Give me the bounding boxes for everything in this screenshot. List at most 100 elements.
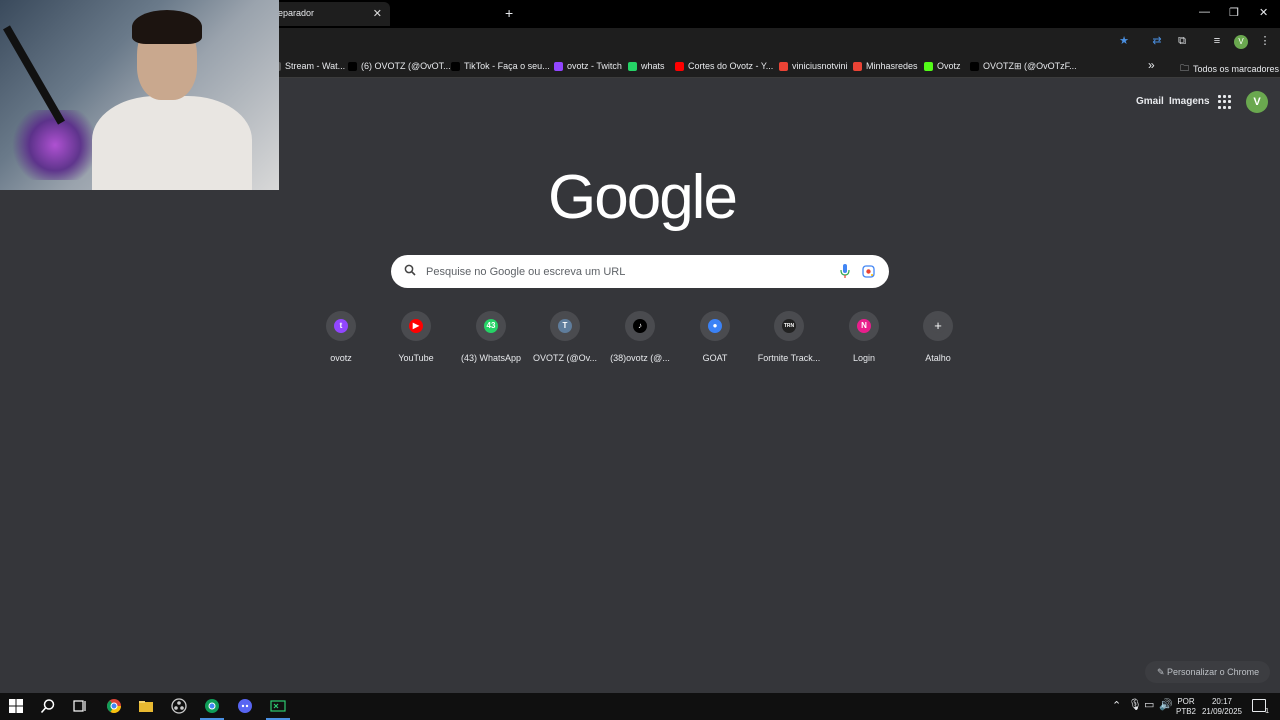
profile-icon[interactable]: V: [1234, 35, 1248, 49]
shortcut-tile[interactable]: N Login: [826, 311, 902, 371]
google-lens-icon[interactable]: [862, 265, 875, 278]
add-icon: +: [931, 319, 945, 333]
letter-t-icon: T: [558, 319, 572, 333]
volume-icon[interactable]: 🔊: [1159, 700, 1173, 711]
shortcut-tile[interactable]: ● GOAT: [677, 311, 753, 371]
shortcut-icon-circle: +: [923, 311, 953, 341]
language-label: POR: [1177, 697, 1195, 706]
shortcut-tile[interactable]: ▶ YouTube: [378, 311, 454, 371]
google-logo: Google: [548, 163, 738, 232]
bookmark-item[interactable]: Ovotz: [924, 61, 961, 71]
bookmark-label: TikTok - Faça o seu...: [464, 61, 550, 71]
customize-chrome-button[interactable]: ✎ Personalizar o Chrome: [1145, 661, 1270, 683]
notifications-icon[interactable]: 1: [1252, 699, 1269, 715]
shortcut-tile[interactable]: t ovotz: [303, 311, 379, 371]
windows-taskbar: ⌃ 🎙 ▭ 🔊 POR PTB2 20:17 21/09/2025 1: [0, 693, 1280, 720]
bookmark-label: Stream - Wat...: [285, 61, 346, 71]
tab-close-icon[interactable]: ✕: [373, 7, 382, 20]
chrome-active-taskbar-icon[interactable]: [204, 698, 220, 714]
bookmark-label: (6) OVOTZ (@OvOT...: [361, 61, 451, 71]
twitch-icon: [554, 61, 563, 71]
shortcut-icon-circle: N: [849, 311, 879, 341]
google-apps-icon[interactable]: [1218, 95, 1232, 109]
bookmark-label: Minhasredes: [866, 61, 918, 71]
new-tab-button[interactable]: +: [505, 5, 513, 21]
tracker-icon: TRN: [782, 319, 796, 333]
obs-taskbar-icon[interactable]: [171, 698, 187, 714]
bookmarks-overflow-icon[interactable]: »: [1148, 58, 1155, 72]
shortcut-tile[interactable]: ♪ (38)ovotz (@...: [602, 311, 678, 371]
account-avatar[interactable]: V: [1246, 91, 1268, 113]
language-indicator[interactable]: POR PTB2: [1174, 697, 1198, 717]
terminal-taskbar-icon[interactable]: [270, 698, 286, 714]
bookmark-label: whats: [641, 61, 665, 71]
images-link[interactable]: Imagens: [1169, 96, 1210, 107]
bookmark-item[interactable]: viniciusnotvini: [779, 61, 848, 71]
windows-start-icon[interactable]: [8, 698, 24, 714]
bookmark-item[interactable]: (6) OVOTZ (@OvOT...: [348, 61, 451, 71]
translate-icon[interactable]: ⇄: [1150, 34, 1164, 48]
task-view-icon[interactable]: [72, 698, 88, 714]
goat-icon: ●: [708, 319, 722, 333]
youtube-icon: [675, 61, 684, 71]
bookmark-item[interactable]: Stream - Wat...: [272, 61, 345, 71]
shortcut-tile[interactable]: TRN Fortnite Track...: [751, 311, 827, 371]
all-bookmarks-button[interactable]: 🗀 Todos os marcadores: [1180, 61, 1279, 77]
network-icon[interactable]: ▭: [1144, 700, 1154, 711]
shortcut-icon-circle: 43: [476, 311, 506, 341]
microphone-icon[interactable]: [840, 264, 850, 279]
bookmark-item[interactable]: TikTok - Faça o seu...: [451, 61, 550, 71]
letter-n-icon: N: [857, 319, 871, 333]
search-box[interactable]: [391, 255, 889, 288]
tray-microphone-icon[interactable]: 🎙: [1128, 700, 1142, 711]
shortcut-tile[interactable]: T OVOTZ (@Ov...: [527, 311, 603, 371]
active-tab[interactable]: eparador ✕: [272, 2, 390, 26]
notification-count: 1: [1265, 708, 1269, 715]
bookmark-star-icon[interactable]: ★: [1117, 34, 1131, 48]
gmail-icon: [779, 61, 788, 71]
clock[interactable]: 20:17 21/09/2025: [1200, 697, 1244, 717]
bookmark-label: Ovotz: [937, 61, 961, 71]
customize-label: Personalizar o Chrome: [1167, 667, 1260, 677]
clock-time: 20:17: [1211, 697, 1233, 706]
shortcut-label: OVOTZ (@Ov...: [533, 353, 597, 363]
tray-overflow-icon[interactable]: ⌃: [1112, 701, 1121, 712]
clock-date: 21/09/2025: [1201, 707, 1243, 716]
tiktok-icon: ♪: [633, 319, 647, 333]
shortcut-label: (43) WhatsApp: [460, 353, 522, 363]
minimize-button[interactable]: —: [1199, 6, 1210, 18]
shortcut-icon-circle: t: [326, 311, 356, 341]
shortcut-label: Login: [852, 353, 876, 363]
shortcut-tile[interactable]: + Atalho: [900, 311, 976, 371]
shortcut-icon-circle: ♪: [625, 311, 655, 341]
bookmark-label: viniciusnotvini: [792, 61, 848, 71]
extensions-icon[interactable]: ⧉: [1175, 34, 1189, 48]
all-bookmarks-label: Todos os marcadores: [1193, 64, 1280, 74]
bookmark-item[interactable]: whats: [628, 61, 665, 71]
search-taskbar-icon[interactable]: [40, 698, 56, 714]
close-window-button[interactable]: ✕: [1259, 6, 1268, 19]
bookmark-item[interactable]: Minhasredes: [853, 61, 918, 71]
shortcut-tile[interactable]: 43 (43) WhatsApp: [453, 311, 529, 371]
gmail-link[interactable]: Gmail: [1136, 96, 1164, 107]
restore-button[interactable]: ❐: [1229, 6, 1239, 19]
bookmark-item[interactable]: OVOTZ⊞ (@OvOTzF...: [970, 61, 1077, 72]
search-input[interactable]: [426, 255, 826, 288]
bookmark-item[interactable]: ovotz - Twitch: [554, 61, 622, 71]
chrome-taskbar-icon[interactable]: [106, 698, 122, 714]
media-control-icon[interactable]: ≡: [1210, 34, 1224, 48]
folder-icon: 🗀: [1180, 63, 1190, 73]
twitch-icon: t: [334, 319, 348, 333]
whatsapp-icon: [628, 61, 637, 71]
pencil-icon: ✎: [1157, 667, 1168, 677]
discord-taskbar-icon[interactable]: [237, 698, 253, 714]
x-icon: [348, 61, 357, 71]
tab-title: eparador: [278, 8, 315, 18]
shortcut-label: Fortnite Track...: [757, 353, 821, 363]
more-menu-icon[interactable]: ⋮: [1258, 34, 1272, 48]
webcam-overlay: [0, 0, 279, 190]
file-explorer-icon[interactable]: [138, 698, 154, 714]
shortcut-icon-circle: TRN: [774, 311, 804, 341]
bookmark-item[interactable]: Cortes do Ovotz - Y...: [675, 61, 773, 71]
youtube-icon: ▶: [409, 319, 423, 333]
